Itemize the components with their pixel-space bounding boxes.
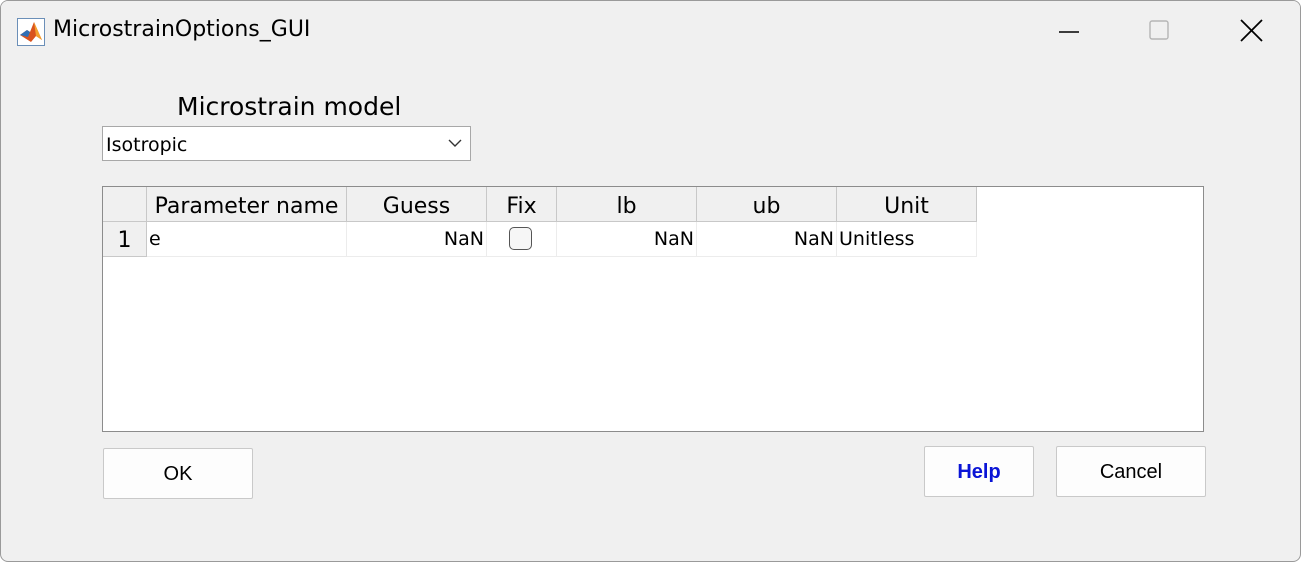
microstrain-model-dropdown[interactable]: Isotropic [102,126,471,161]
fix-checkbox[interactable] [509,227,532,250]
microstrain-model-label: Microstrain model [177,92,402,121]
cell-lb[interactable]: NaN [557,222,697,257]
row-header: 1 [103,222,147,257]
cell-guess[interactable]: NaN [347,222,487,257]
cancel-button[interactable]: Cancel [1056,446,1206,497]
cell-fix [487,222,557,257]
cell-parameter-name[interactable]: e [147,222,347,257]
column-header-parameter-name[interactable]: Parameter name [147,187,347,222]
column-header-ub[interactable]: ub [697,187,837,222]
parameter-table[interactable]: Parameter name Guess Fix lb ub Unit 1 e … [102,186,1204,432]
help-button[interactable]: Help [924,446,1034,497]
cell-unit[interactable]: Unitless [837,222,977,257]
dropdown-selected-value: Isotropic [106,134,188,156]
maximize-button[interactable] [1125,9,1195,53]
dialog-window: MicrostrainOptions_GUI Microstrain model… [0,0,1301,562]
cell-ub[interactable]: NaN [697,222,837,257]
minimize-icon [1059,31,1079,33]
column-header-guess[interactable]: Guess [347,187,487,222]
minimize-button[interactable] [1035,9,1105,53]
close-icon [1240,19,1263,42]
column-header-unit[interactable]: Unit [837,187,977,222]
title-bar[interactable]: MicrostrainOptions_GUI [1,1,1300,59]
window-title: MicrostrainOptions_GUI [53,17,311,42]
chevron-down-icon [448,139,462,147]
close-button[interactable] [1217,9,1287,53]
table-corner-cell [103,187,147,222]
column-header-fix[interactable]: Fix [487,187,557,222]
matlab-icon [17,18,45,46]
column-header-lb[interactable]: lb [557,187,697,222]
maximize-icon [1149,20,1169,40]
ok-button[interactable]: OK [103,448,253,499]
